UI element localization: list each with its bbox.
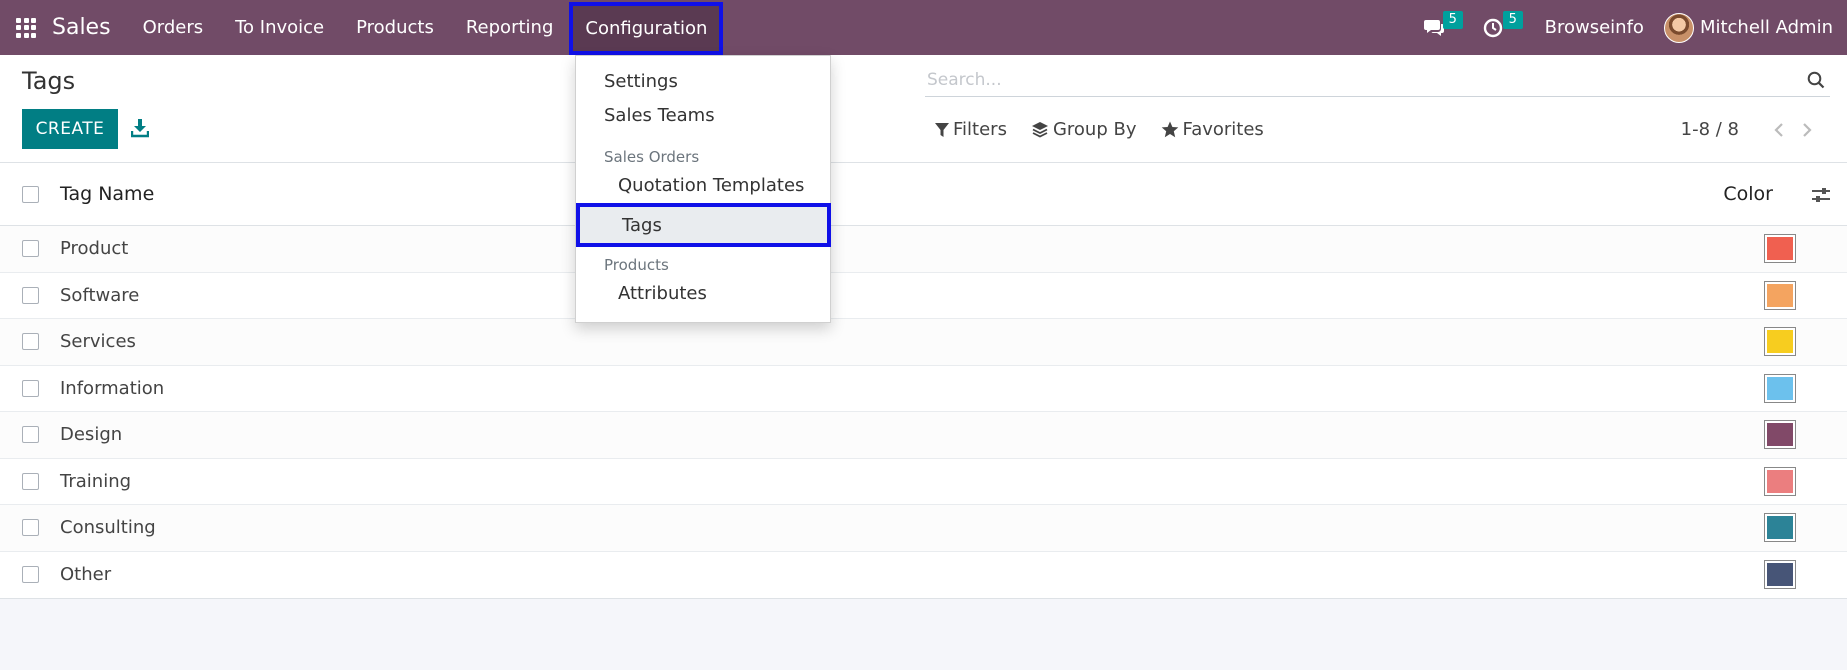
app-brand[interactable]: Sales	[52, 15, 111, 40]
color-swatch[interactable]	[1764, 420, 1796, 449]
color-swatch[interactable]	[1764, 280, 1796, 310]
search-options: Filters Group By Favorites	[935, 119, 1288, 140]
tag-name-cell: Consulting	[60, 517, 156, 539]
tag-name-cell: Design	[60, 424, 123, 446]
tag-name-cell: Product	[60, 238, 129, 260]
menu-products[interactable]: Products	[340, 0, 450, 55]
control-panel: Tags CREATE Filters Group By Favorites 1…	[0, 55, 1847, 163]
tag-name-cell: Information	[60, 377, 165, 399]
top-navbar: Sales Orders To Invoice Products Reporti…	[0, 0, 1847, 55]
company-switcher[interactable]: Browseinfo	[1531, 17, 1658, 38]
list-body: Product Software Services Information Design…	[0, 226, 1847, 598]
configuration-dropdown: Settings Sales Teams Sales Orders Quotat…	[575, 55, 831, 323]
color-swatch-fill	[1767, 469, 1793, 493]
menu-item-tags[interactable]: Tags	[576, 203, 831, 247]
table-row[interactable]: Consulting	[0, 505, 1847, 552]
clock-icon	[1483, 18, 1502, 37]
color-swatch-fill	[1767, 237, 1793, 260]
chevron-right-icon[interactable]	[1797, 122, 1817, 138]
tag-name-cell: Software	[60, 284, 140, 306]
group-by-label: Group By	[1052, 119, 1137, 140]
avatar	[1663, 12, 1694, 43]
row-checkbox[interactable]	[22, 426, 39, 444]
color-swatch-fill	[1767, 562, 1793, 586]
row-checkbox[interactable]	[22, 472, 39, 490]
color-swatch-fill	[1767, 330, 1793, 353]
menu-item-sales-teams[interactable]: Sales Teams	[604, 100, 715, 132]
activities-button[interactable]: 5	[1469, 0, 1523, 55]
table-row[interactable]: Software	[0, 273, 1847, 319]
table-row[interactable]: Training	[0, 459, 1847, 505]
star-icon	[1161, 121, 1178, 138]
group-by-button[interactable]: Group By	[1031, 119, 1137, 140]
chevron-left-icon[interactable]	[1769, 122, 1789, 138]
activities-badge: 5	[1502, 11, 1523, 29]
row-checkbox[interactable]	[22, 333, 39, 351]
color-swatch[interactable]	[1764, 234, 1796, 263]
tag-name-cell: Training	[60, 470, 132, 492]
list-header: Tag Name Color	[0, 163, 1847, 226]
messages-button[interactable]: 5	[1409, 0, 1463, 55]
table-row[interactable]: Other	[0, 552, 1847, 599]
systray: 5 5 Browseinfo Mitchell Admin	[1409, 0, 1847, 55]
menu-item-attributes[interactable]: Attributes	[618, 278, 707, 310]
menu-configuration[interactable]: Configuration	[569, 1, 724, 55]
search-icon[interactable]	[1802, 66, 1830, 94]
color-swatch[interactable]	[1764, 466, 1796, 496]
messages-badge: 5	[1442, 11, 1463, 29]
menu-item-settings[interactable]: Settings	[604, 66, 678, 98]
color-swatch[interactable]	[1764, 373, 1796, 403]
create-button[interactable]: CREATE	[22, 109, 118, 149]
row-checkbox[interactable]	[22, 519, 39, 537]
page-title: Tags	[22, 67, 76, 95]
color-swatch-fill	[1767, 516, 1793, 539]
user-name: Mitchell Admin	[1699, 17, 1833, 38]
table-row[interactable]: Product	[0, 226, 1847, 273]
color-swatch-fill	[1767, 423, 1793, 446]
tags-list: Tag Name Color Product Software Services In…	[0, 163, 1847, 599]
select-all-checkbox[interactable]	[22, 185, 39, 203]
row-checkbox[interactable]	[22, 240, 39, 258]
menu-to-invoice[interactable]: To Invoice	[219, 0, 340, 55]
menu-reporting[interactable]: Reporting	[450, 0, 570, 55]
table-row[interactable]: Services	[0, 319, 1847, 366]
favorites-button[interactable]: Favorites	[1161, 119, 1264, 140]
section-products: Products	[604, 256, 669, 274]
color-swatch[interactable]	[1764, 327, 1796, 356]
apps-grid-icon[interactable]	[0, 0, 52, 55]
row-checkbox[interactable]	[22, 566, 39, 584]
color-swatch-fill	[1767, 376, 1793, 400]
filters-button[interactable]: Filters	[935, 119, 1007, 140]
pager: 1-8 / 8	[1681, 119, 1817, 140]
favorites-label: Favorites	[1182, 119, 1264, 140]
section-sales-orders: Sales Orders	[604, 148, 700, 166]
tag-name-cell: Other	[60, 564, 112, 586]
color-swatch[interactable]	[1764, 559, 1796, 589]
search-bar	[925, 63, 1830, 97]
user-menu[interactable]: Mitchell Admin	[1658, 12, 1847, 43]
filters-label: Filters	[953, 119, 1007, 140]
row-checkbox[interactable]	[22, 286, 39, 304]
menu-item-quotation-templates[interactable]: Quotation Templates	[618, 170, 804, 202]
column-color[interactable]: Color	[1723, 163, 1773, 226]
color-swatch[interactable]	[1764, 513, 1796, 542]
filter-icon	[935, 122, 949, 137]
search-input[interactable]	[925, 69, 1802, 90]
pager-value[interactable]: 1-8 / 8	[1681, 119, 1739, 140]
table-row[interactable]: Design	[0, 412, 1847, 459]
row-checkbox[interactable]	[22, 379, 39, 397]
table-row[interactable]: Information	[0, 366, 1847, 412]
download-icon[interactable]	[130, 115, 150, 141]
column-tag-name[interactable]: Tag Name	[60, 183, 154, 205]
color-swatch-fill	[1767, 283, 1793, 307]
sliders-icon[interactable]	[1809, 183, 1833, 207]
layers-icon	[1031, 121, 1048, 138]
chat-icon	[1423, 19, 1444, 36]
menu-orders[interactable]: Orders	[127, 0, 220, 55]
tag-name-cell: Services	[60, 331, 136, 353]
